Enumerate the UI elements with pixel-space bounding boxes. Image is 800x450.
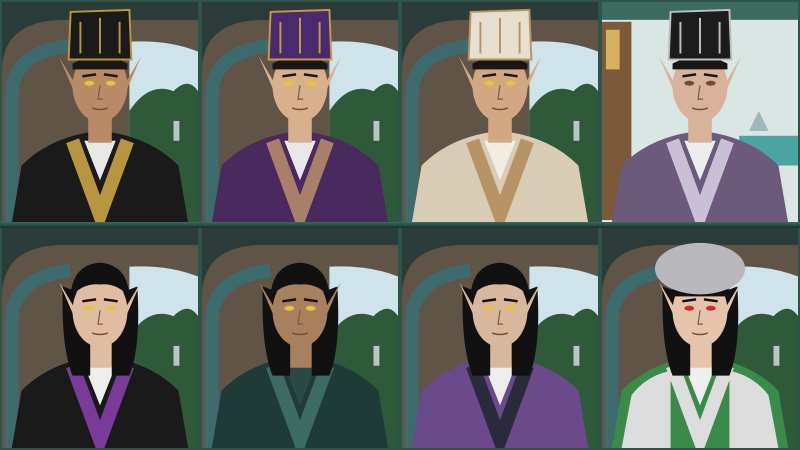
portrait-tile[interactable] bbox=[600, 0, 800, 225]
distant-building bbox=[373, 120, 380, 141]
portrait-tile[interactable] bbox=[0, 0, 200, 225]
portrait-art bbox=[202, 227, 398, 448]
eye-left bbox=[684, 305, 695, 311]
distant-building bbox=[773, 345, 780, 366]
eye-right bbox=[105, 305, 116, 311]
portrait-tile[interactable] bbox=[200, 225, 400, 450]
portrait-art bbox=[402, 227, 598, 448]
eye-right bbox=[305, 80, 316, 86]
eye-right bbox=[105, 80, 116, 86]
eye-left bbox=[284, 80, 295, 86]
distant-building bbox=[373, 345, 380, 366]
eye-left bbox=[284, 305, 295, 311]
eye-right bbox=[305, 305, 316, 311]
portrait-art bbox=[2, 227, 198, 448]
portrait-art bbox=[2, 2, 198, 223]
eye-left bbox=[484, 80, 495, 86]
portrait-tile[interactable] bbox=[600, 225, 800, 450]
eye-right bbox=[705, 80, 716, 86]
distant-building bbox=[173, 120, 180, 141]
portrait-grid bbox=[0, 0, 800, 450]
eye-left bbox=[484, 305, 495, 311]
portrait-tile[interactable] bbox=[400, 225, 600, 450]
portrait-art bbox=[602, 227, 798, 448]
fur-hat bbox=[654, 242, 746, 295]
eye-right bbox=[705, 305, 716, 311]
eye-left bbox=[84, 80, 95, 86]
eye-right bbox=[505, 80, 516, 86]
distant-building bbox=[573, 345, 580, 366]
portrait-art bbox=[602, 2, 798, 223]
portrait-art bbox=[402, 2, 598, 223]
distant-building bbox=[173, 345, 180, 366]
portrait-tile[interactable] bbox=[0, 225, 200, 450]
eye-left bbox=[84, 305, 95, 311]
eye-right bbox=[505, 305, 516, 311]
portrait-art bbox=[202, 2, 398, 223]
distant-building bbox=[573, 120, 580, 141]
eye-left bbox=[684, 80, 695, 86]
portrait-tile[interactable] bbox=[400, 0, 600, 225]
lantern bbox=[605, 29, 620, 70]
portrait-tile[interactable] bbox=[200, 0, 400, 225]
